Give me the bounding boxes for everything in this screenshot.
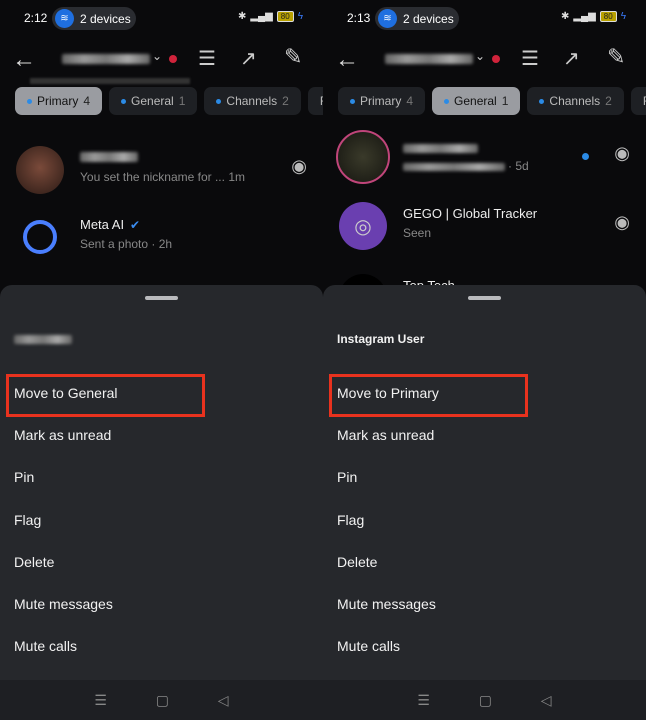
devices-label: 2 devices	[403, 11, 454, 26]
chevron-down-icon[interactable]: ⌄	[152, 49, 162, 63]
menu-pin[interactable]: Pin	[337, 469, 357, 485]
home-icon[interactable]: ▢	[156, 692, 169, 709]
verified-icon: ✔	[130, 218, 141, 232]
home-icon[interactable]: ▢	[479, 692, 492, 709]
chat-subtitle: Sent a photo · 2h	[80, 237, 173, 251]
devices-label: 2 devices	[80, 11, 131, 26]
tab-general[interactable]: General 1	[109, 87, 198, 115]
tab-primary[interactable]: Primary 4	[338, 87, 426, 115]
blurred-message	[403, 163, 505, 171]
back-arrow-icon[interactable]: ←	[12, 46, 36, 74]
chat-subtitle: You set the nickname for ... 1m	[80, 170, 245, 184]
bluetooth-icon: ✱	[560, 11, 570, 22]
header: ← ⌄ ☰ ↗ ✎	[0, 40, 323, 80]
menu-icon[interactable]: ☰	[94, 692, 107, 709]
devices-pill[interactable]: ≋ 2 devices	[375, 7, 459, 30]
sheet-title: Instagram User	[337, 332, 425, 346]
blurred-username[interactable]	[62, 54, 150, 64]
notification-dot	[492, 55, 500, 63]
trending-up-icon[interactable]: ↗	[563, 46, 580, 71]
camera-icon[interactable]: ◉	[291, 156, 307, 177]
unread-dot	[582, 153, 589, 160]
status-time: 2:13	[347, 11, 371, 25]
avatar	[16, 146, 64, 194]
wifi-router-icon: ≋	[378, 9, 397, 28]
menu-delete[interactable]: Delete	[14, 554, 54, 570]
charging-icon: ϟ	[297, 11, 303, 22]
highlight-box-move-to-primary	[329, 374, 528, 417]
drag-handle[interactable]	[145, 296, 178, 300]
status-icons: ✱ ▂▄▆ 80 ϟ	[238, 11, 303, 22]
menu-icon[interactable]: ☰	[417, 692, 430, 709]
tab-channels[interactable]: Channels 2	[204, 87, 301, 115]
back-icon[interactable]: ◁	[541, 692, 552, 709]
notification-dot	[169, 55, 177, 63]
camera-icon[interactable]: ◉	[614, 212, 630, 233]
signal-icon: ▂▄▆	[250, 11, 273, 22]
folder-tabs: Primary4 General1 Channels2 Re	[338, 87, 646, 115]
chat-time: · 5d	[508, 159, 529, 173]
chat-name: GEGO | Global Tracker	[403, 206, 538, 221]
header: ← ⌄ ☰ ↗ ✎	[323, 40, 646, 80]
folder-tabs: Primary4 General1 Channels2 Re	[15, 87, 323, 115]
tab-requests[interactable]: Re	[630, 87, 646, 115]
notes-row	[30, 78, 190, 84]
back-icon[interactable]: ◁	[218, 692, 229, 709]
wifi-router-icon: ≋	[55, 9, 74, 28]
menu-mute-messages[interactable]: Mute messages	[14, 596, 113, 612]
bottom-sheet: Instagram User Move to Primary Mark as u…	[323, 285, 646, 680]
blurred-username[interactable]	[385, 54, 473, 64]
chat-subtitle: Seen	[403, 226, 432, 240]
menu-mute-messages[interactable]: Mute messages	[337, 596, 436, 612]
chat-row[interactable]: You set the nickname for ... 1m ◉	[0, 140, 323, 200]
chat-name: Meta AI	[80, 217, 125, 232]
back-arrow-icon[interactable]: ←	[335, 46, 359, 74]
compose-icon[interactable]: ✎	[607, 44, 625, 70]
bluetooth-icon: ✱	[237, 11, 247, 22]
chat-row[interactable]: · 5d ◉	[323, 127, 646, 187]
battery-icon: 80	[599, 11, 617, 22]
chat-row[interactable]: ◎ GEGO | Global Tracker Seen ◉	[323, 196, 646, 256]
highlight-box-move-to-general	[6, 374, 205, 417]
menu-flag[interactable]: Flag	[14, 512, 41, 528]
tab-primary[interactable]: Primary 4	[15, 87, 103, 115]
menu-mute-calls[interactable]: Mute calls	[14, 638, 77, 654]
menu-mark-unread[interactable]: Mark as unread	[337, 427, 434, 443]
status-icons: ✱ ▂▄▆ 80 ϟ	[561, 11, 626, 22]
signal-icon: ▂▄▆	[573, 11, 596, 22]
system-nav-bar: ☰ ▢ ◁	[0, 680, 323, 720]
blurred-name	[403, 144, 478, 153]
chevron-down-icon[interactable]: ⌄	[475, 49, 485, 63]
trending-up-icon[interactable]: ↗	[240, 46, 257, 71]
compose-icon[interactable]: ✎	[284, 44, 302, 70]
menu-pin[interactable]: Pin	[14, 469, 34, 485]
menu-flag[interactable]: Flag	[337, 512, 364, 528]
menu-mark-unread[interactable]: Mark as unread	[14, 427, 111, 443]
list-icon[interactable]: ☰	[521, 46, 539, 71]
tab-requests[interactable]: Re	[307, 87, 323, 115]
blurred-name	[80, 152, 138, 162]
screenshot-before: 2:12 ≋ 2 devices ✱ ▂▄▆ 80 ϟ ← ⌄ ☰ ↗ ✎ Primar…	[0, 0, 323, 720]
chat-row[interactable]: Meta AI ✔ Sent a photo · 2h	[0, 207, 323, 267]
system-nav-bar: ☰ ▢ ◁	[323, 680, 646, 720]
devices-pill[interactable]: ≋ 2 devices	[52, 7, 136, 30]
meta-ai-avatar	[23, 220, 57, 254]
tab-channels[interactable]: Channels 2	[527, 87, 624, 115]
menu-delete[interactable]: Delete	[337, 554, 377, 570]
charging-icon: ϟ	[620, 11, 626, 22]
drag-handle[interactable]	[468, 296, 501, 300]
list-icon[interactable]: ☰	[198, 46, 216, 71]
menu-mute-calls[interactable]: Mute calls	[337, 638, 400, 654]
avatar	[336, 130, 390, 184]
battery-icon: 80	[276, 11, 294, 22]
gego-avatar: ◎	[339, 202, 387, 250]
camera-icon[interactable]: ◉	[614, 143, 630, 164]
status-time: 2:12	[24, 11, 48, 25]
tab-general[interactable]: General 1	[432, 87, 521, 115]
bottom-sheet: Move to General Mark as unread Pin Flag …	[0, 285, 323, 680]
screenshot-after: 2:13 ≋ 2 devices ✱ ▂▄▆ 80 ϟ ← ⌄ ☰ ↗ ✎ Primar…	[323, 0, 646, 720]
blurred-sheet-title	[14, 335, 72, 344]
